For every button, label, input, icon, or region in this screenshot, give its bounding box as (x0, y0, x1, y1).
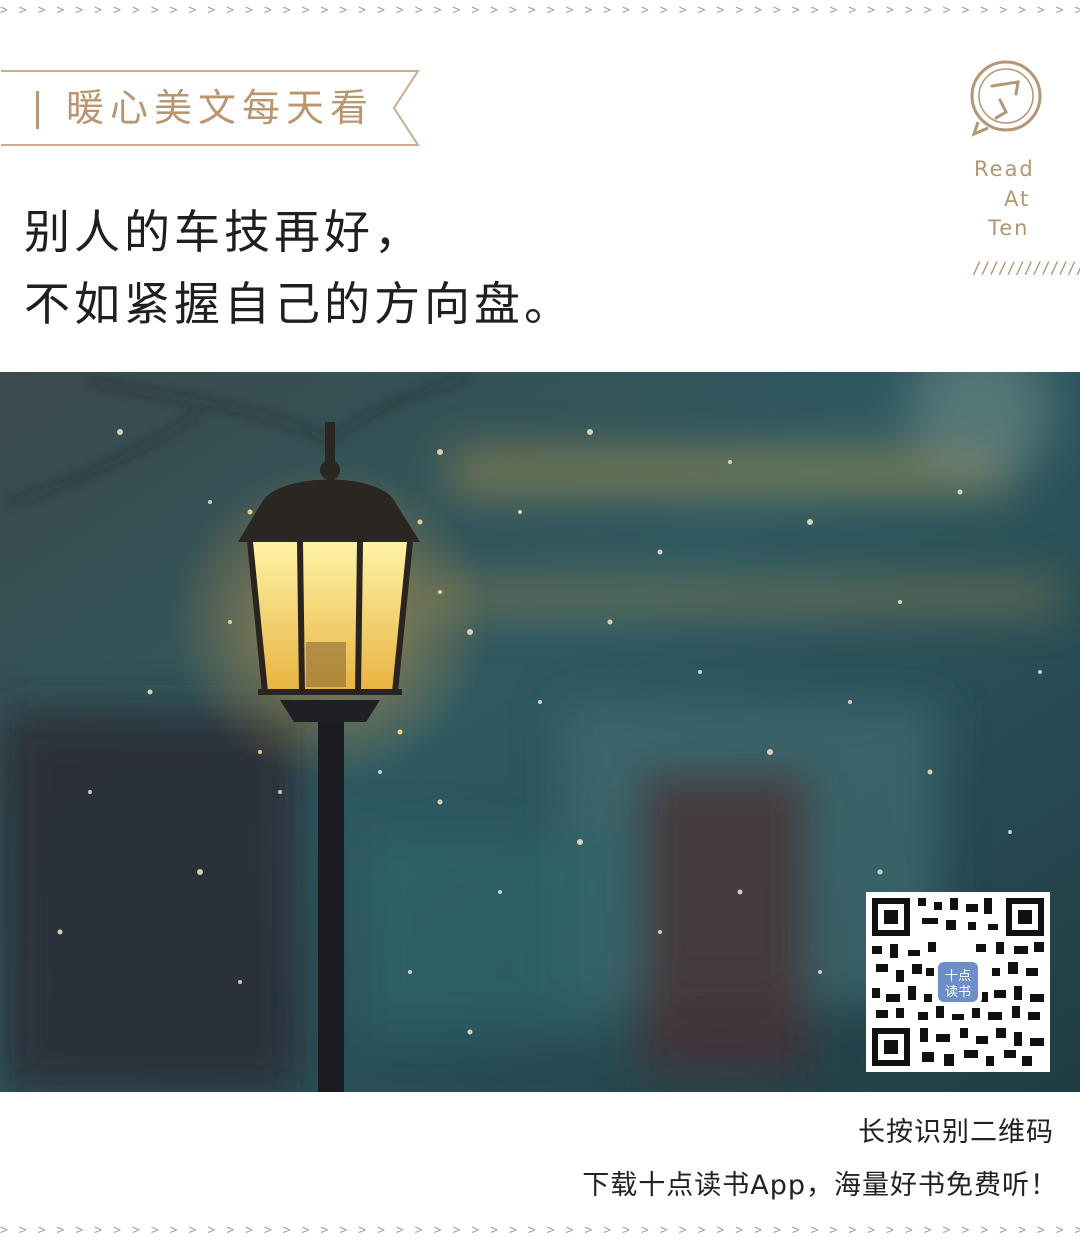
brand-word-at: At (1004, 187, 1031, 211)
qr-center-label-bottom: 读书 (945, 985, 971, 1000)
brand-word-ten: Ten (988, 216, 1030, 240)
qr-instruction: 长按识别二维码 (858, 1117, 1054, 1148)
quote-line-2: 不如紧握自己的方向盘。 (24, 277, 574, 331)
bottom-dashed-border: > > > > > > > > > > > > > > > > > > > > … (0, 1224, 1080, 1238)
category-tag: 暖心美文每天看 (0, 70, 424, 146)
brand-slash-divider: ////////////// (972, 258, 1080, 277)
tag-bar (36, 91, 39, 129)
quote-line-1: 别人的车技再好， (24, 205, 424, 259)
brand-word-read: Read (974, 157, 1035, 181)
qr-code[interactable]: 十点 读书 (866, 892, 1050, 1072)
app-promo-text: 下载十点读书App，海量好书免费听！ (582, 1170, 1058, 1201)
read-at-ten-logo-icon (970, 60, 1042, 137)
qr-code-icon: 十点 读书 (872, 898, 1044, 1066)
qr-center-label-top: 十点 (945, 969, 971, 984)
brand-mark: Read At Ten ////////////// (960, 60, 1080, 280)
tag-label: 暖心美文每天看 (66, 86, 375, 130)
quote-text: 别人的车技再好， 不如紧握自己的方向盘。 (24, 196, 924, 340)
top-dashed-border: > > > > > > > > > > > > > > > > > > > > … (0, 4, 1080, 18)
